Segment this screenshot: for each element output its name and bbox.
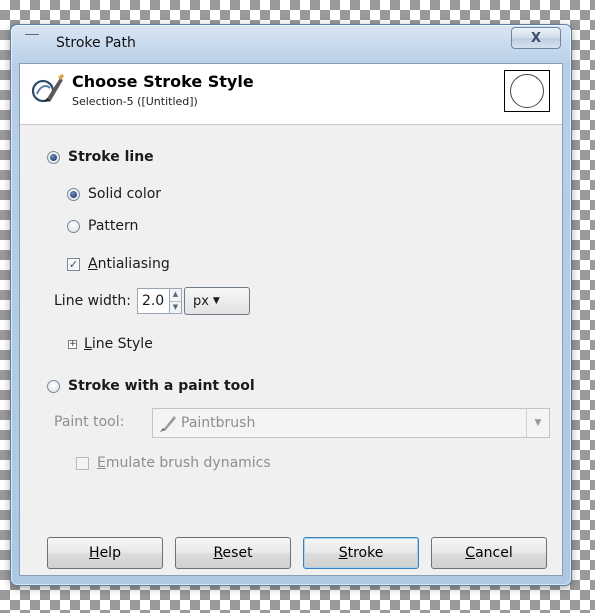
dropdown-arrow-icon: ▼ [212,296,220,306]
combo-arrow-icon[interactable]: ▼ [526,409,549,437]
antialiasing-option[interactable]: ✓ Antialiasing [67,256,170,272]
solid-color-option[interactable]: Solid color [67,186,161,202]
unit-dropdown[interactable]: px ▼ [183,287,250,315]
cancel-button[interactable]: Cancel [431,537,547,569]
solid-color-label: Solid color [88,186,162,202]
expand-plus-icon[interactable]: + [68,339,77,349]
line-width-input[interactable]: 2.0 [136,288,171,314]
pattern-label: Pattern [88,218,139,234]
stroke-line-label: Stroke line [68,149,154,165]
reset-button-label: Reset [213,545,253,561]
stroke-line-option[interactable]: Stroke line [47,149,154,165]
header-subtitle: Selection-5 ([Untitled]) [72,95,198,108]
paint-tool-option[interactable]: Stroke with a paint tool [47,378,255,394]
pattern-option[interactable]: Pattern [67,218,138,234]
title-bar[interactable]: Stroke Path X [11,25,571,61]
preview-circle-icon [510,74,544,108]
line-width-stepper[interactable]: ▲ ▼ [168,288,182,314]
stroke-line-radio[interactable] [47,150,60,164]
spin-down-icon[interactable]: ▼ [169,300,181,314]
emulate-dynamics-option[interactable]: Emulate brush dynamics [76,455,271,471]
emulate-dynamics-label: Emulate brush dynamics [97,455,271,471]
help-button-label: Help [89,545,121,561]
paint-tool-radio[interactable] [47,379,60,393]
close-button[interactable]: X [511,27,561,49]
line-width-label: Line width: [54,293,131,309]
solid-color-radio[interactable] [67,187,80,201]
paint-tool-label: Paint tool: [54,414,125,430]
paintbrush-icon [160,416,176,432]
stroke-preview [504,70,550,112]
header-title: Choose Stroke Style [72,72,254,91]
paint-tool-option-label: Stroke with a paint tool [68,378,255,394]
antialiasing-label: Antialiasing [88,256,170,272]
window-menu-icon[interactable] [25,34,39,51]
antialiasing-checkbox[interactable]: ✓ [67,257,80,271]
line-style-expander[interactable]: + Line Style [68,336,153,352]
reset-button[interactable]: Reset [175,537,291,569]
pattern-radio[interactable] [67,219,80,233]
line-style-label: Line Style [84,336,153,352]
stroke-button-label: Stroke [338,545,384,561]
stroke-path-dialog: Stroke Path X Choose Stroke Style Select… [10,24,572,586]
stroke-path-icon [31,74,64,103]
line-width-row: Line width: 2.0 ▲ ▼ px ▼ [54,287,250,315]
help-button[interactable]: Help [47,537,163,569]
dialog-header: Choose Stroke Style Selection-5 ([Untitl… [20,64,562,125]
unit-value: px [192,293,209,309]
paint-tool-row: Paint tool: [54,414,124,430]
emulate-dynamics-checkbox[interactable] [76,456,89,470]
window-title: Stroke Path [56,35,136,51]
paint-tool-value: Paintbrush [181,415,256,431]
stroke-button[interactable]: Stroke [303,537,419,569]
spin-up-icon[interactable]: ▲ [170,289,181,301]
dialog-body: Choose Stroke Style Selection-5 ([Untitl… [19,63,563,576]
paint-tool-select[interactable]: Paintbrush ▼ [152,408,550,438]
cancel-button-label: Cancel [465,545,513,561]
